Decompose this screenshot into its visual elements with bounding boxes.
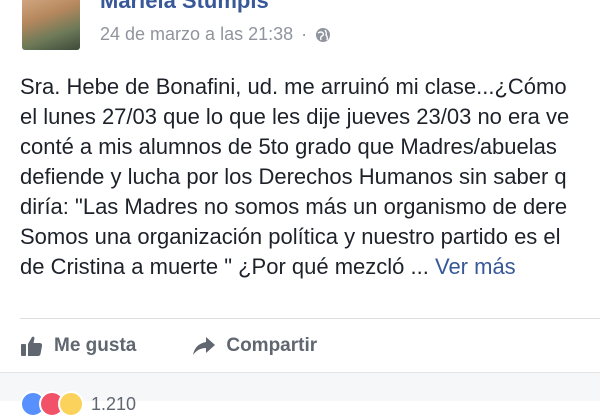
- post-line: el lunes 27/03 que lo que les dije jueve…: [20, 104, 570, 129]
- reaction-count: 1.210: [91, 393, 137, 414]
- post-line-last: de Cristina a muerte " ¿Por qué mezcló .…: [20, 252, 600, 282]
- avatar[interactable]: [22, 0, 80, 50]
- post-body: Sra. Hebe de Bonafini, ud. me arruinó mi…: [20, 72, 600, 282]
- like-button[interactable]: Me gusta: [20, 335, 136, 357]
- timestamp[interactable]: 24 de marzo a las 21:38: [100, 24, 293, 45]
- like-label: Me gusta: [54, 335, 137, 356]
- post-line: diría: "Las Madres no somos más un organ…: [20, 194, 568, 219]
- reactions-bar: 1.210: [0, 372, 600, 417]
- post-line: Sra. Hebe de Bonafini, ud. me arruinó mi…: [20, 74, 567, 99]
- haha-reaction-icon: [58, 391, 84, 417]
- meta-separator: ·: [301, 24, 308, 44]
- reactions-summary[interactable]: 1.210: [20, 391, 136, 417]
- share-label: Compartir: [226, 335, 318, 356]
- post-header: Mariela Stumpis 24 de marzo a las 21:38 …: [0, 0, 600, 60]
- post-line: Somos una organización política y nuestr…: [20, 224, 561, 249]
- post-meta: 24 de marzo a las 21:38 ·: [100, 24, 331, 45]
- post-line: conté a mis alumnos de 5to grado que Mad…: [20, 134, 557, 159]
- share-button[interactable]: Compartir: [192, 335, 317, 357]
- see-more-link[interactable]: Ver más: [435, 254, 516, 279]
- post-line: de Cristina a muerte " ¿Por qué mezcló .…: [20, 254, 429, 279]
- author-name[interactable]: Mariela Stumpis: [100, 0, 269, 14]
- divider: [20, 318, 600, 319]
- action-bar: Me gusta Compartir: [20, 330, 317, 362]
- thumbs-up-icon: [21, 336, 43, 356]
- globe-icon[interactable]: [315, 27, 331, 43]
- share-arrow-icon: [193, 337, 216, 355]
- post-line: defiende y lucha por los Derechos Humano…: [20, 164, 567, 189]
